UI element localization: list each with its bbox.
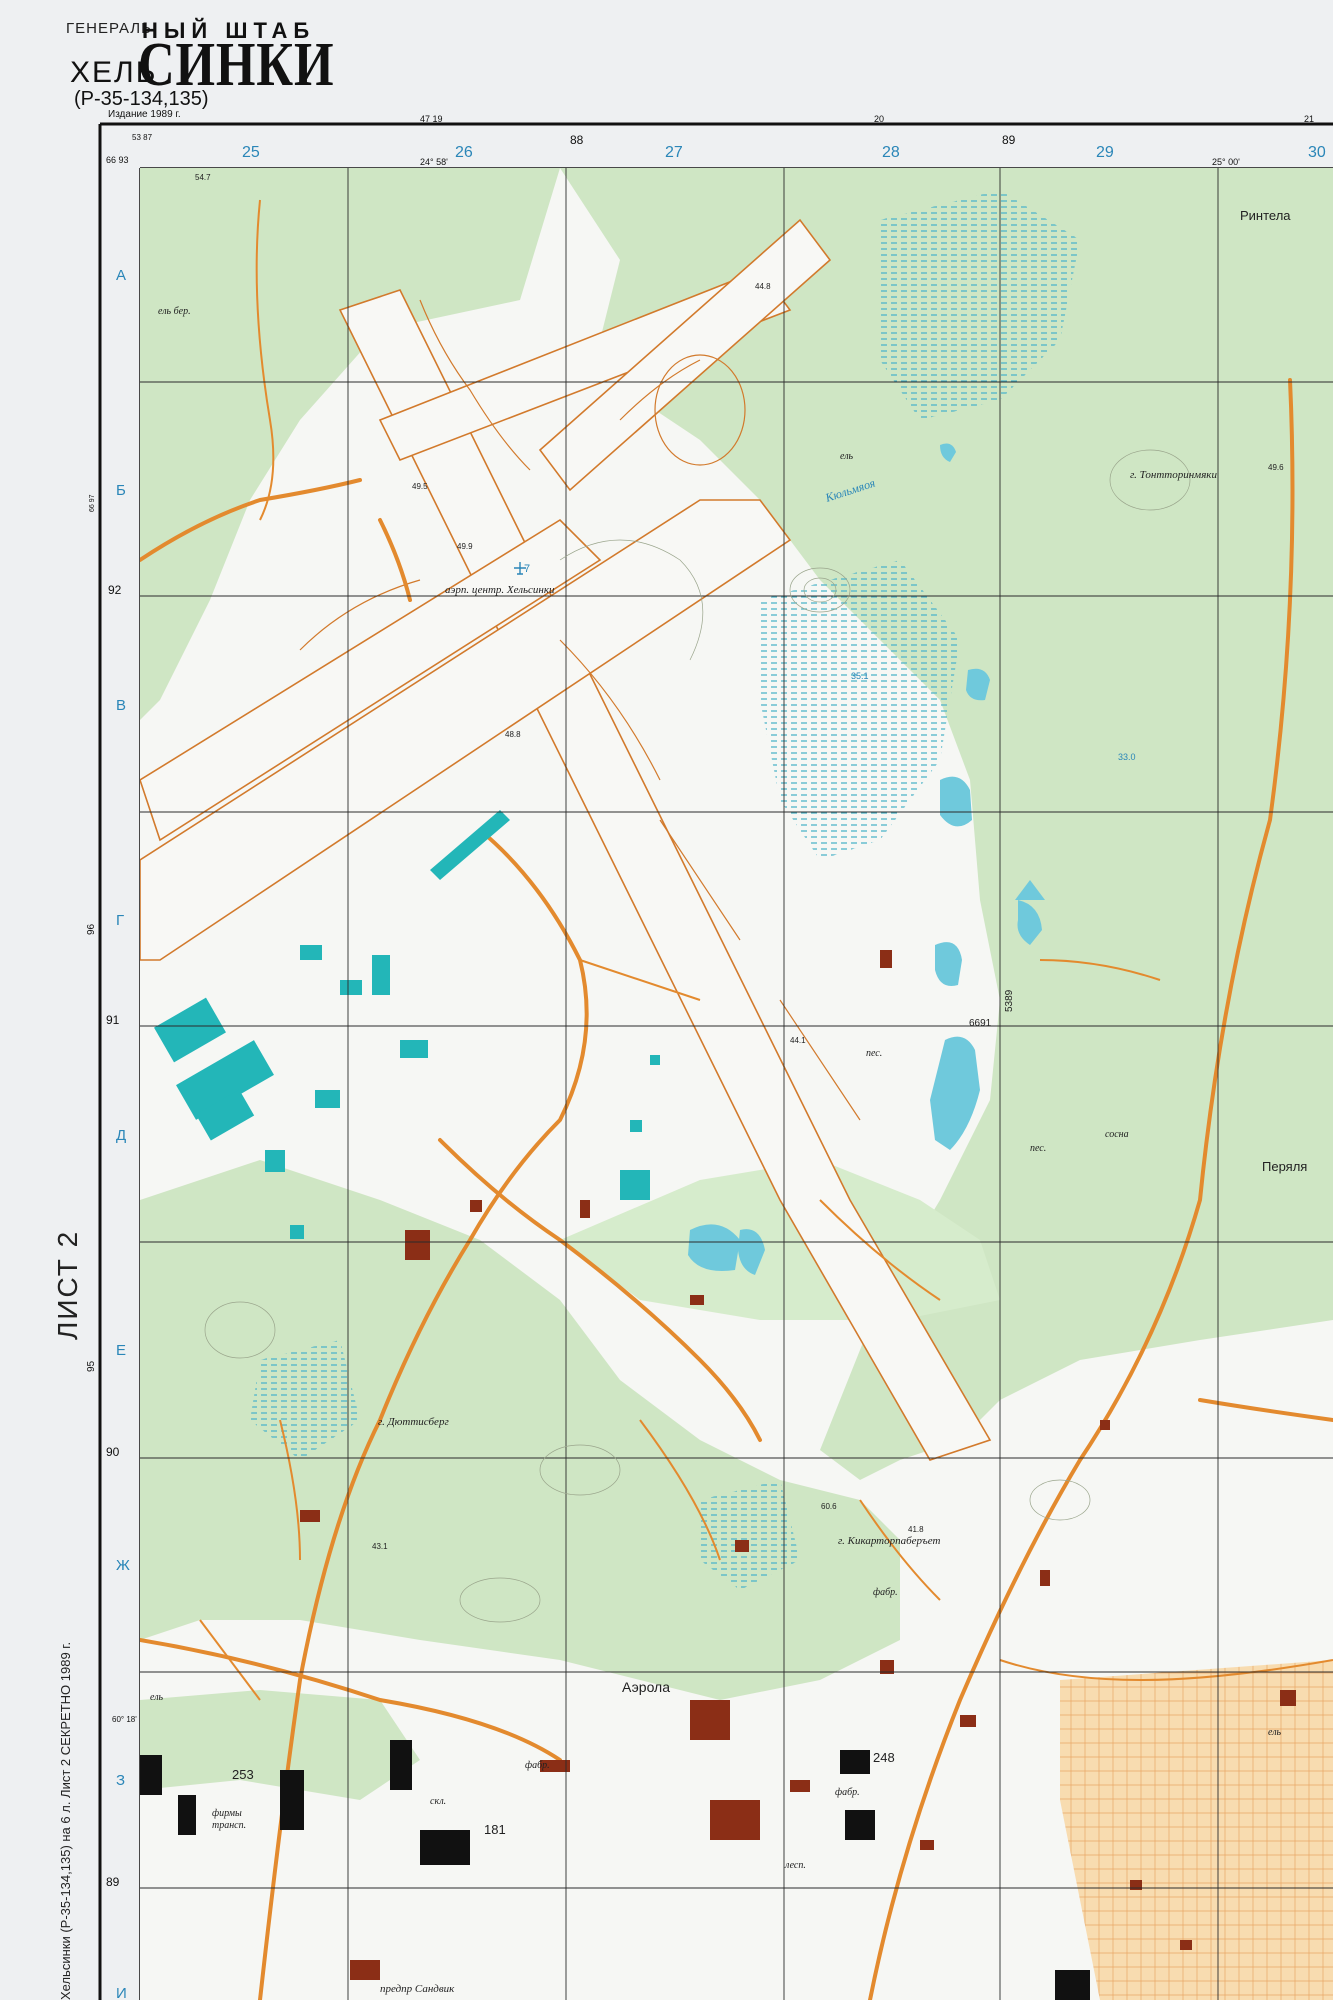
elevation-mark: 48.8 (505, 730, 521, 739)
row-label: Е (116, 1342, 126, 1359)
elevation-mark: 60.6 (821, 1502, 837, 1511)
facility-label: фирмы (212, 1808, 242, 1819)
column-label: 27 (665, 144, 683, 161)
village-label[interactable]: Перяля (1262, 1159, 1307, 1174)
column-label: 25 (242, 144, 260, 161)
row-label: З (116, 1772, 125, 1789)
top-tick-1: 47 19 (420, 114, 443, 124)
urban-area (1060, 1660, 1333, 2000)
row-label: И (116, 1985, 127, 2000)
marker-number: 6691 (969, 1018, 992, 1029)
village-label[interactable]: Ринтела (1240, 208, 1291, 223)
elevation-mark: 49.5 (412, 482, 428, 491)
hill-label[interactable]: г. Дюттисберг (378, 1416, 449, 1428)
grid-number: 60° 18' (112, 1715, 137, 1724)
top-tick-5: 89 (1002, 133, 1016, 147)
grid-number: 89 (106, 1875, 120, 1889)
vegetation-label: ель (1268, 1727, 1282, 1738)
building-number: 253 (232, 1767, 254, 1782)
facility-label: фабр. (873, 1587, 898, 1598)
corner-coord: 66 93 (106, 155, 129, 165)
facility-label: лесп. (784, 1860, 806, 1871)
pond (935, 942, 962, 986)
facility-label[interactable]: предпр Сандвик (380, 1983, 455, 1995)
vegetation-label: ель (150, 1692, 164, 1703)
elevation-mark: 44.8 (755, 282, 771, 291)
grid-number: 91 (106, 1013, 120, 1027)
elevation-mark: 49.9 (457, 542, 473, 551)
hill-label[interactable]: г. Кикарторпаберъет (838, 1535, 940, 1547)
map-sheet: ГЕНЕРАЛЬ НЫЙ ШТАБ ХЕЛЬ СИНКИ (Р-35-134,1… (0, 0, 1333, 2000)
vegetation-label: ель (840, 451, 854, 462)
airport-label[interactable]: аэрп. центр. Хельсинки (445, 584, 555, 596)
village-label[interactable]: Аэрола (622, 1679, 670, 1695)
building-number: 181 (484, 1822, 506, 1837)
topographic-map[interactable]: 53 87 66 93 47 19 24° 58' 88 20 89 25° 0… (0, 0, 1333, 2000)
top-tick-7: 21 (1304, 114, 1314, 124)
row-label: Г (116, 912, 124, 929)
building-number: 248 (873, 1750, 895, 1765)
grid-number: 95 (86, 1360, 97, 1372)
column-label: 28 (882, 144, 900, 161)
facility-label: скл. (430, 1796, 446, 1807)
facility-label: фабр. (835, 1787, 860, 1798)
grid-number: 66 97 (89, 494, 96, 512)
row-label: А (116, 267, 126, 284)
elevation-mark: 54.7 (195, 173, 211, 182)
top-tick-3: 88 (570, 133, 584, 147)
airport-number: 7 (524, 563, 530, 575)
elevation-mark: 41.8 (908, 1525, 924, 1534)
row-label: Ж (116, 1557, 130, 1574)
grid-number: 90 (106, 1445, 120, 1459)
elevation-mark: 35.1 (851, 671, 869, 681)
column-label: 30 (1308, 144, 1326, 161)
vegetation-label: сосна (1105, 1129, 1129, 1140)
elevation-mark: 49.6 (1268, 463, 1284, 472)
vegetation-label: ель бер. (158, 306, 191, 317)
elevation-mark: 43.1 (372, 1542, 388, 1551)
soil-label: пес. (1030, 1143, 1046, 1154)
top-tick-2: 24° 58' (420, 157, 448, 167)
column-label: 29 (1096, 144, 1114, 161)
grid-number: 96 (86, 923, 97, 935)
marker-number: 5389 (1004, 989, 1015, 1012)
soil-label: пес. (866, 1048, 882, 1059)
row-label: В (116, 697, 126, 714)
facility-label: трансп. (212, 1820, 246, 1831)
elevation-mark: 44.1 (790, 1036, 806, 1045)
facility-label: фабр. (525, 1760, 550, 1771)
row-label: Б (116, 482, 126, 499)
top-tick-4: 20 (874, 114, 884, 124)
elevation-mark: 33.0 (1118, 752, 1136, 762)
column-label: 26 (455, 144, 473, 161)
row-label: Д (116, 1127, 126, 1144)
grid-number: 92 (108, 583, 122, 597)
corner-coord-small: 53 87 (132, 133, 153, 142)
hill-label[interactable]: г. Тонтторинмяки (1130, 469, 1217, 481)
top-tick-6: 25° 00' (1212, 157, 1240, 167)
map-body (140, 168, 1333, 2000)
